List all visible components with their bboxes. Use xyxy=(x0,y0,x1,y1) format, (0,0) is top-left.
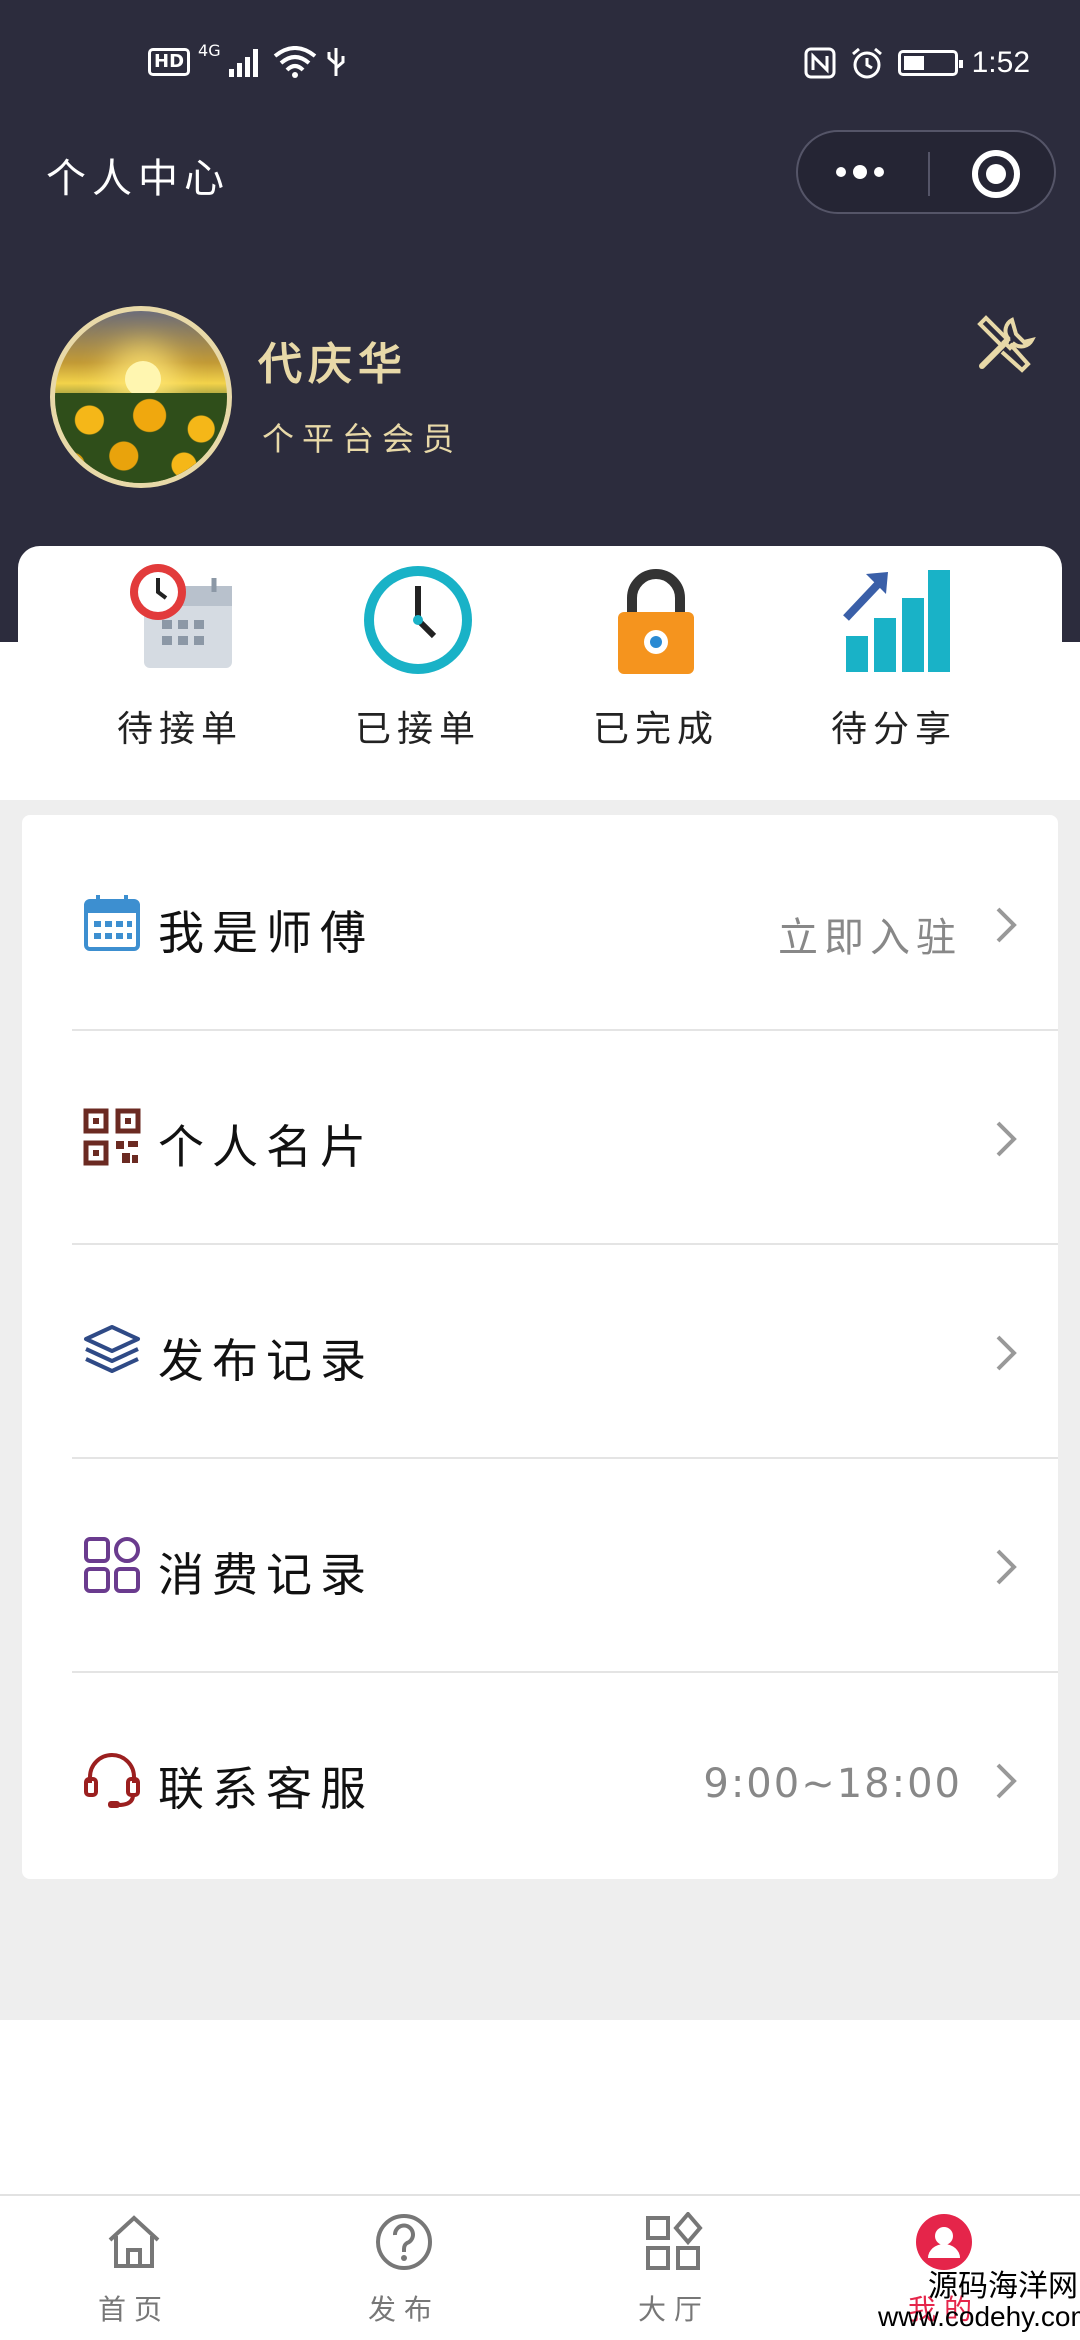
menu-item-card[interactable]: 个人名片 xyxy=(22,1033,1058,1245)
status-left: HD 4G xyxy=(148,41,347,78)
question-icon xyxy=(376,2214,432,2270)
user-icon xyxy=(916,2214,972,2270)
tools-icon[interactable] xyxy=(972,312,1036,376)
nav-item-publish[interactable]: 发布 xyxy=(314,2196,494,2340)
alarm-icon xyxy=(851,47,882,79)
order-status-card: 待接单 已接单 已完成 待分享 xyxy=(18,546,1062,782)
order-item-completed[interactable]: 已完成 xyxy=(556,546,756,782)
chevron-right-icon xyxy=(996,1121,1017,1157)
watermark: 源码海洋网 www.codehy.com xyxy=(878,2270,1080,2332)
order-item-pending[interactable]: 待接单 xyxy=(80,546,280,782)
hd-indicator: HD xyxy=(148,48,191,76)
watermark-line1: 源码海洋网 xyxy=(928,2270,1078,2303)
menu-item-posts[interactable]: 发布记录 xyxy=(22,1247,1058,1459)
page-title: 个人中心 xyxy=(46,156,230,202)
chevron-right-icon xyxy=(996,907,1017,943)
menu-item-master[interactable]: 我是师傅 立即入驻 xyxy=(22,819,1058,1031)
chevron-right-icon xyxy=(996,1763,1017,1799)
menu-item-support[interactable]: 联系客服 9:00~18:00 xyxy=(22,1675,1058,1887)
layers-icon xyxy=(84,1325,140,1373)
more-menu-icon[interactable] xyxy=(836,132,916,212)
close-target-icon[interactable] xyxy=(972,150,1020,198)
miniprogram-capsule xyxy=(796,130,1056,214)
battery-icon xyxy=(897,50,963,76)
order-label: 待分享 xyxy=(830,709,957,750)
menu-label: 发布记录 xyxy=(158,1334,374,1388)
nav-item-home[interactable]: 首页 xyxy=(44,2196,224,2340)
home-icon xyxy=(108,2215,160,2268)
menu-label: 消费记录 xyxy=(158,1548,374,1602)
calendar-clock-icon xyxy=(130,564,232,668)
network-type: 4G xyxy=(198,40,221,60)
status-time: 1:52 xyxy=(971,46,1030,79)
user-name: 代庆华 xyxy=(258,339,408,390)
headset-icon xyxy=(84,1753,140,1808)
chevron-right-icon xyxy=(996,1549,1017,1585)
menu-label: 个人名片 xyxy=(158,1120,374,1174)
status-bar: HD 4G 1:52 xyxy=(0,0,1080,130)
status-right: 1:52 xyxy=(804,46,1030,80)
user-role: 个平台会员 xyxy=(262,420,463,458)
menu-extra: 9:00~18:00 xyxy=(703,1761,962,1807)
menu-item-spending[interactable]: 消费记录 xyxy=(22,1461,1058,1673)
order-item-accepted[interactable]: 已接单 xyxy=(318,546,518,782)
watermark-line2: www.codehy.com xyxy=(878,2301,1080,2332)
grid-apps-icon xyxy=(84,1537,140,1593)
menu-label: 我是师傅 xyxy=(158,906,374,960)
usb-icon xyxy=(327,48,345,76)
order-label: 待接单 xyxy=(116,709,243,750)
menu-list: 我是师傅 立即入驻 个人名片 发布记录 消费记录 联系客服 9:00~18:00 xyxy=(22,815,1058,1879)
nav-item-hall[interactable]: 大厅 xyxy=(584,2196,764,2340)
nfc-icon xyxy=(804,47,836,79)
apps-icon xyxy=(646,2212,703,2270)
calendar-icon xyxy=(84,895,140,951)
menu-label: 联系客服 xyxy=(158,1762,374,1816)
clock-icon xyxy=(364,566,472,674)
signal-icon xyxy=(228,49,258,77)
order-label: 已接单 xyxy=(354,709,481,750)
order-label: 已完成 xyxy=(592,709,719,750)
chevron-right-icon xyxy=(996,1335,1017,1371)
nav-label: 首页 xyxy=(97,2293,170,2326)
growth-chart-icon xyxy=(843,570,950,672)
avatar[interactable] xyxy=(50,306,232,488)
qr-code-icon xyxy=(83,1108,141,1166)
wifi-icon xyxy=(273,46,316,78)
nav-label: 大厅 xyxy=(637,2293,710,2326)
order-item-share[interactable]: 待分享 xyxy=(794,546,994,782)
capsule-divider xyxy=(928,152,930,196)
lock-icon xyxy=(618,569,694,674)
nav-label: 发布 xyxy=(367,2293,440,2326)
menu-extra: 立即入驻 xyxy=(778,915,962,961)
